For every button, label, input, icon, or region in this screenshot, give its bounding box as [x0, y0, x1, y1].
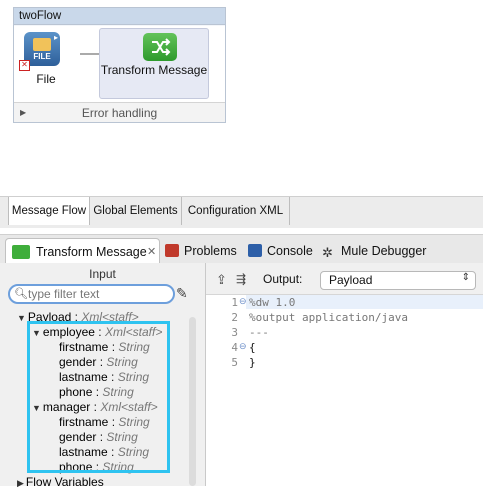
line-number: 1: [231, 296, 238, 309]
fold-minus-icon[interactable]: ⊖: [239, 341, 247, 352]
filter-box[interactable]: 🔍︎: [8, 284, 175, 304]
transform-icon: [12, 245, 30, 259]
output-panel: ⇪ ⇶ Output: Payload ⇕ 1 2 3 4 5 ⊖ ⊖ %dw …: [206, 263, 483, 486]
folder-icon: [33, 38, 51, 51]
transform-message-node[interactable]: Transform Message: [99, 28, 209, 99]
tab-message-flow[interactable]: Message Flow: [8, 197, 90, 225]
file-connector[interactable]: ▸ FILE ✕ File: [19, 32, 73, 96]
flow-canvas: twoFlow ▸ FILE ✕ File Transform Message …: [0, 0, 483, 196]
tab-global-elements[interactable]: Global Elements: [90, 197, 182, 225]
selection-highlight: [27, 321, 170, 473]
line-number: 2: [231, 311, 238, 324]
close-icon[interactable]: ✕: [147, 240, 156, 264]
error-marker-icon: ✕: [19, 60, 30, 71]
line-number: 3: [231, 326, 238, 339]
tab-label: Console: [267, 244, 313, 258]
chevron-updown-icon: ⇕: [461, 272, 470, 283]
tab-transform-message[interactable]: Transform Message ✕: [5, 238, 160, 265]
tab-console[interactable]: Console: [248, 239, 313, 263]
input-panel: Input 🔍︎ ✎ ▼Payload : Xml<staff> ▼employ…: [0, 263, 206, 489]
output-label: Output:: [263, 272, 303, 286]
fold-minus-icon[interactable]: ⊖: [239, 296, 247, 307]
code-line[interactable]: ---: [249, 326, 269, 339]
tab-label: Mule Debugger: [341, 244, 427, 258]
tab-problems[interactable]: Problems: [165, 239, 237, 263]
line-number: 4: [231, 341, 238, 354]
tab-mule-debugger[interactable]: ✲ Mule Debugger: [322, 239, 426, 263]
view-tabs: Transform Message ✕ Problems Console ✲ Mu…: [0, 234, 483, 265]
transform-label: Transform Message: [100, 63, 208, 77]
flow-container[interactable]: twoFlow ▸ FILE ✕ File Transform Message …: [13, 7, 226, 123]
file-label: File: [36, 72, 56, 86]
tab-label: Problems: [184, 244, 237, 258]
input-title: Input: [89, 267, 116, 281]
console-icon: [248, 244, 262, 257]
export-icon[interactable]: ⇪: [216, 272, 227, 288]
code-line[interactable]: {: [249, 341, 256, 354]
code-line[interactable]: }: [249, 356, 256, 369]
line-number: 5: [231, 356, 238, 369]
error-handling-label: Error handling: [81, 106, 158, 120]
flow-body: ▸ FILE ✕ File Transform Message: [14, 26, 225, 102]
editor-tabs: Message Flow Global Elements Configurati…: [0, 196, 483, 228]
tab-label: Transform Message: [36, 245, 147, 259]
preview-icon[interactable]: ⇶: [236, 272, 246, 286]
tab-configuration-xml[interactable]: Configuration XML: [182, 197, 290, 225]
code-line[interactable]: %output application/java: [249, 311, 408, 324]
tree-node-flow-variables[interactable]: ▶ Flow Variables: [17, 475, 104, 490]
search-icon: 🔍︎: [14, 288, 28, 300]
scrollbar[interactable]: [189, 317, 196, 486]
flow-title: twoFlow: [14, 8, 225, 25]
output-select-value: Payload: [329, 273, 373, 287]
error-handling-section[interactable]: ▶ Error handling: [14, 102, 225, 122]
output-select[interactable]: Payload ⇕: [320, 271, 476, 290]
edit-pencil-icon[interactable]: ✎: [176, 285, 188, 302]
code-line[interactable]: %dw 1.0: [249, 296, 295, 309]
expand-triangle-icon[interactable]: ▶: [17, 478, 24, 488]
transform-icon: [143, 33, 177, 61]
filter-input[interactable]: [28, 286, 168, 302]
arrow-right-icon: ▸: [53, 33, 58, 42]
collapse-triangle-icon[interactable]: ▼: [17, 313, 26, 323]
problems-icon: [165, 244, 179, 257]
output-toolbar: ⇪ ⇶ Output: Payload ⇕: [206, 263, 483, 295]
debugger-bug-icon: ✲: [322, 245, 333, 260]
